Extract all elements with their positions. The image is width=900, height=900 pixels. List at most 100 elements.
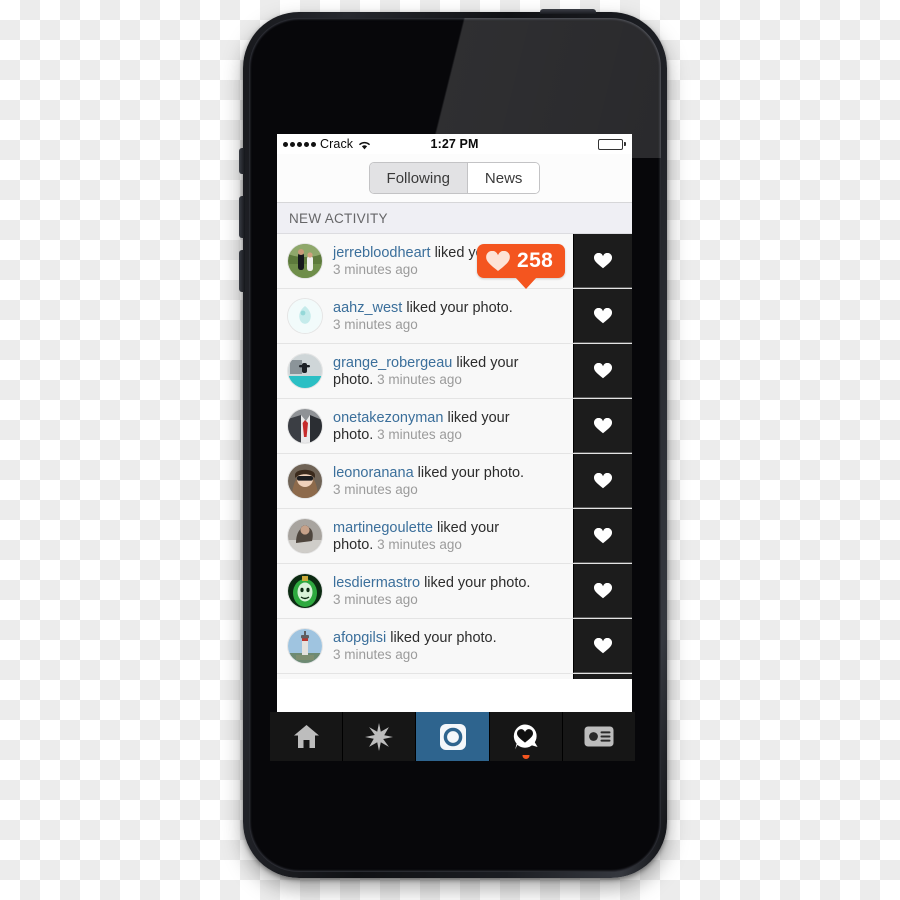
- activity-unread-dot: [522, 755, 530, 759]
- username-link[interactable]: afopgilsi: [333, 630, 386, 646]
- timestamp: 3 minutes ago: [333, 316, 418, 332]
- list-item[interactable]: [277, 674, 632, 679]
- mute-switch[interactable]: [239, 148, 245, 174]
- action-text: liked your: [436, 519, 500, 536]
- action-text: liked your photo.: [424, 574, 531, 591]
- tab-home[interactable]: [270, 712, 344, 761]
- avatar-couple-on-grass-icon: [288, 244, 322, 278]
- tab-activity[interactable]: [489, 712, 563, 761]
- like-heart-button[interactable]: [573, 509, 632, 563]
- action-text-cont: photo.: [333, 426, 374, 443]
- section-header-label: NEW ACTIVITY: [289, 210, 388, 226]
- avatar-person-on-teal-board-icon: [288, 354, 322, 388]
- activity-list[interactable]: jerrebloodheart liked your photo. 3 minu…: [277, 234, 632, 679]
- compass-star-icon: [365, 722, 394, 751]
- action-text: liked your photo.: [417, 464, 525, 481]
- like-heart-button[interactable]: [573, 289, 632, 343]
- list-item[interactable]: lesdiermastro liked your photo. 3 minute…: [277, 564, 632, 619]
- tab-profile[interactable]: [562, 712, 636, 761]
- tab-news[interactable]: News: [466, 163, 540, 193]
- like-heart-button[interactable]: [573, 344, 632, 398]
- tab-following[interactable]: Following: [369, 163, 467, 193]
- phone-screen: Crack 1:27 PM Following News NEW ACTIVIT: [277, 134, 632, 761]
- timestamp: 3 minutes ago: [333, 481, 418, 497]
- tab-explore[interactable]: [343, 712, 417, 761]
- wifi-icon: [358, 139, 371, 150]
- list-item[interactable]: afopgilsi liked your photo. 3 minutes ag…: [277, 619, 632, 674]
- badge-pointer: [515, 277, 537, 289]
- list-item[interactable]: jerrebloodheart liked your photo. 3 minu…: [277, 234, 632, 289]
- camera-icon: [439, 723, 466, 750]
- timestamp: 3 minutes ago: [333, 591, 418, 607]
- avatar[interactable]: [277, 674, 333, 679]
- like-heart-button[interactable]: [573, 564, 632, 618]
- segment-bar: Following News: [277, 154, 632, 203]
- list-item-text: afopgilsi liked your photo. 3 minutes ag…: [333, 619, 573, 673]
- like-heart-button[interactable]: [573, 454, 632, 508]
- action-text-cont: photo.: [333, 536, 374, 553]
- list-item-text: leonoranana liked your photo. 3 minutes …: [333, 454, 573, 508]
- list-item-text: [333, 674, 573, 679]
- action-text: liked your photo.: [406, 299, 513, 316]
- avatar[interactable]: [277, 454, 333, 508]
- list-item-text: lesdiermastro liked your photo. 3 minute…: [333, 564, 573, 618]
- list-item-text: grange_robergeau liked your photo. 3 min…: [333, 344, 573, 398]
- avatar-green-mask-icon: [288, 574, 322, 608]
- like-heart-button[interactable]: [573, 234, 632, 288]
- canvas: Crack 1:27 PM Following News NEW ACTIVIT: [0, 0, 900, 900]
- timestamp: 3 minutes ago: [377, 371, 462, 387]
- list-item[interactable]: onetakezonyman liked your photo. 3 minut…: [277, 399, 632, 454]
- avatar[interactable]: [277, 289, 333, 343]
- avatar-lighthouse-icon: [288, 629, 322, 663]
- avatar[interactable]: [277, 399, 333, 453]
- section-header-new-activity: NEW ACTIVITY: [277, 203, 632, 234]
- avatar[interactable]: [277, 234, 333, 288]
- like-heart-button[interactable]: [573, 399, 632, 453]
- power-button[interactable]: [540, 9, 596, 14]
- list-item[interactable]: grange_robergeau liked your photo. 3 min…: [277, 344, 632, 399]
- like-count-badge: 258: [477, 244, 566, 289]
- volume-down-button[interactable]: [239, 250, 245, 292]
- profile-card-icon: [584, 726, 614, 747]
- avatar-person-grey-photo-icon: [288, 519, 322, 553]
- avatar[interactable]: [277, 344, 333, 398]
- timestamp: 3 minutes ago: [333, 646, 418, 662]
- volume-up-button[interactable]: [239, 196, 245, 238]
- avatar[interactable]: [277, 509, 333, 563]
- tab-bar: [270, 712, 636, 761]
- action-text-cont: photo.: [333, 371, 374, 388]
- list-item-text: martinegoulette liked your photo. 3 minu…: [333, 509, 573, 563]
- like-count-value: 258: [517, 249, 554, 272]
- action-text: liked your photo.: [390, 629, 497, 646]
- timestamp: 3 minutes ago: [377, 426, 462, 442]
- list-item[interactable]: aahz_west liked your photo. 3 minutes ag…: [277, 289, 632, 344]
- like-heart-button[interactable]: [573, 674, 632, 679]
- username-link[interactable]: onetakezonyman: [333, 410, 443, 426]
- status-bar: Crack 1:27 PM: [277, 134, 632, 154]
- avatar-pale-blue-figure-icon: [288, 299, 322, 333]
- username-link[interactable]: lesdiermastro: [333, 575, 420, 591]
- heart-speech-bubble-icon: [514, 724, 538, 749]
- list-item-text: aahz_west liked your photo. 3 minutes ag…: [333, 289, 573, 343]
- username-link[interactable]: leonoranana: [333, 465, 414, 481]
- following-news-segment[interactable]: Following News: [368, 162, 541, 194]
- heart-icon: [486, 250, 510, 271]
- list-item-text: onetakezonyman liked your photo. 3 minut…: [333, 399, 573, 453]
- action-text: liked your: [456, 354, 519, 371]
- battery-icon: [598, 138, 626, 150]
- like-heart-button[interactable]: [573, 619, 632, 673]
- signal-strength-icon: [283, 141, 316, 147]
- list-item[interactable]: martinegoulette liked your photo. 3 minu…: [277, 509, 632, 564]
- carrier-name: Crack: [320, 137, 354, 151]
- timestamp: 3 minutes ago: [377, 536, 462, 552]
- avatar[interactable]: [277, 619, 333, 673]
- tab-camera[interactable]: [416, 712, 490, 761]
- avatar-suit-and-red-tie-icon: [288, 409, 322, 443]
- username-link[interactable]: martinegoulette: [333, 520, 433, 536]
- username-link[interactable]: jerrebloodheart: [333, 245, 431, 261]
- home-icon: [293, 725, 319, 748]
- username-link[interactable]: grange_robergeau: [333, 355, 452, 371]
- list-item[interactable]: leonoranana liked your photo. 3 minutes …: [277, 454, 632, 509]
- username-link[interactable]: aahz_west: [333, 300, 402, 316]
- avatar[interactable]: [277, 564, 333, 618]
